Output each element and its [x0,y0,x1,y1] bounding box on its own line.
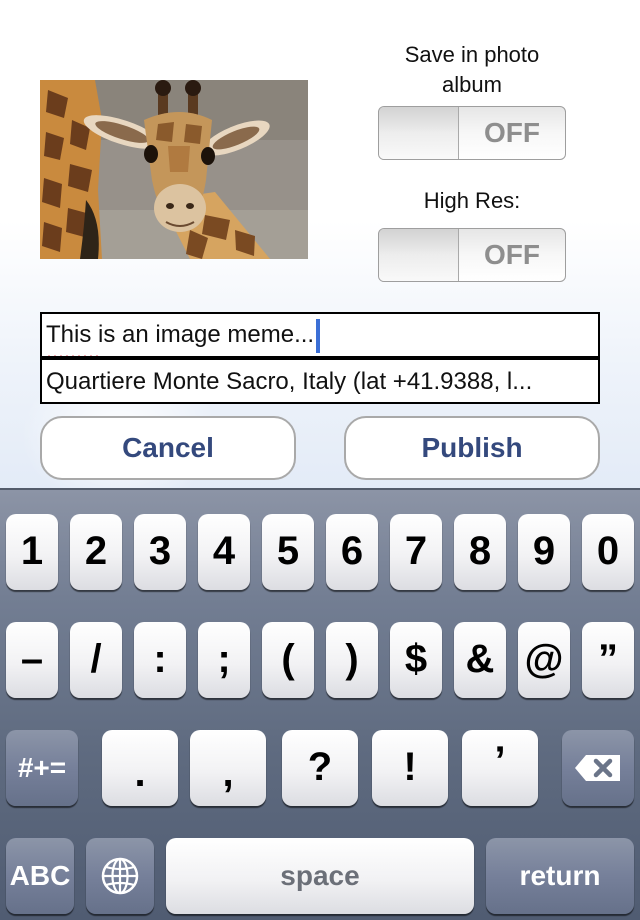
key-open-paren[interactable]: ( [262,622,314,698]
key-0[interactable]: 0 [582,514,634,590]
save-in-album-label: Save in photo album [404,42,540,97]
key-1[interactable]: 1 [6,514,58,590]
key-7[interactable]: 7 [390,514,442,590]
key-comma[interactable]: , [190,730,266,806]
high-res-label: High Res: [423,188,521,213]
text-caret [316,318,321,353]
key-apostrophe[interactable]: ’ [462,730,538,806]
caption-input[interactable]: This is an image meme... [40,312,600,358]
key-dollar[interactable]: $ [390,622,442,698]
delete-key[interactable] [562,730,634,806]
abc-key[interactable]: ABC [6,838,74,914]
switch-state-text: OFF [484,239,540,270]
switch-knob [379,107,459,159]
more-symbols-key[interactable]: #+= [6,730,78,806]
high-res-switch[interactable]: OFF [378,228,566,282]
key-question[interactable]: ? [282,730,358,806]
key-6[interactable]: 6 [326,514,378,590]
globe-icon [100,856,140,896]
key-4[interactable]: 4 [198,514,250,590]
key-close-paren[interactable]: ) [326,622,378,698]
globe-key[interactable] [86,838,154,914]
backspace-icon [574,754,622,782]
key-semicolon[interactable]: ; [198,622,250,698]
key-exclamation[interactable]: ! [372,730,448,806]
key-colon[interactable]: : [134,622,186,698]
return-key[interactable]: return [486,838,634,914]
compose-area: Save in photo album OFF High Res: OFF Th… [0,0,640,490]
space-key[interactable]: space [166,838,474,914]
key-slash[interactable]: / [70,622,122,698]
key-2[interactable]: 2 [70,514,122,590]
save-in-album-switch[interactable]: OFF [378,106,566,160]
key-quote[interactable]: ” [582,622,634,698]
cancel-button[interactable]: Cancel [40,416,296,480]
key-dash[interactable]: – [6,622,58,698]
key-5[interactable]: 5 [262,514,314,590]
key-9[interactable]: 9 [518,514,570,590]
key-ampersand[interactable]: & [454,622,506,698]
location-text: Quartiere Monte Sacro, Italy (lat +41.93… [46,368,533,395]
key-period[interactable]: . [102,730,178,806]
publish-button[interactable]: Publish [344,416,600,480]
giraffe-photo [40,80,308,259]
location-input[interactable]: Quartiere Monte Sacro, Italy (lat +41.93… [40,358,600,404]
key-8[interactable]: 8 [454,514,506,590]
caption-text: This is an image meme... [46,314,314,356]
key-at[interactable]: @ [518,622,570,698]
switch-knob [379,229,459,281]
keyboard: 1 2 3 4 5 6 7 8 9 0 – / : ; ( ) $ & @ ” … [0,488,640,920]
key-3[interactable]: 3 [134,514,186,590]
switch-state-text: OFF [484,117,540,148]
